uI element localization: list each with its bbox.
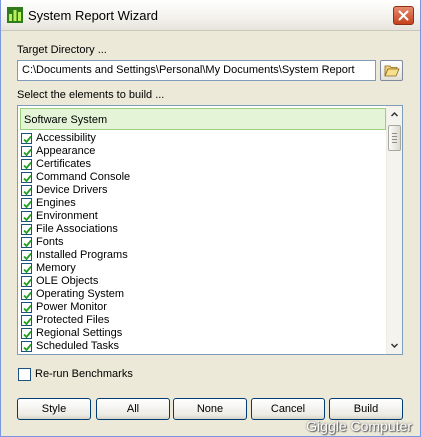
checkmark-icon — [23, 252, 32, 261]
item-checkbox[interactable] — [21, 198, 32, 209]
item-checkbox[interactable] — [21, 263, 32, 274]
bar-chart-icon — [7, 7, 23, 23]
item-checkbox[interactable] — [21, 211, 32, 222]
item-checkbox[interactable] — [21, 237, 32, 248]
checkmark-icon — [23, 148, 32, 157]
style-button[interactable]: Style — [17, 398, 91, 420]
item-checkbox[interactable] — [21, 159, 32, 170]
item-label: OLE Objects — [36, 275, 99, 287]
item-label: Device Drivers — [36, 184, 108, 196]
item-checkbox[interactable] — [21, 133, 32, 144]
checkmark-icon — [23, 135, 32, 144]
checkmark-icon — [23, 226, 32, 235]
item-checkbox[interactable] — [21, 289, 32, 300]
item-checkbox[interactable] — [21, 250, 32, 261]
checkmark-icon — [23, 200, 32, 209]
rerun-benchmarks-label: Re-run Benchmarks — [35, 368, 133, 380]
cancel-button[interactable]: Cancel — [251, 398, 325, 420]
item-checkbox[interactable] — [21, 172, 32, 183]
list-scrollbar[interactable] — [386, 106, 402, 354]
checkmark-icon — [23, 304, 32, 313]
checkmark-icon — [23, 278, 32, 287]
item-label: Installed Programs — [36, 249, 128, 261]
close-button[interactable] — [393, 6, 414, 25]
checkmark-icon — [23, 239, 32, 248]
checkmark-icon — [23, 343, 32, 352]
item-checkbox[interactable] — [21, 302, 32, 313]
rerun-benchmarks-checkbox[interactable] — [18, 368, 31, 381]
item-label: Accessibility — [36, 132, 96, 144]
checkmark-icon — [23, 213, 32, 222]
item-label: Appearance — [36, 145, 96, 157]
item-label: File Associations — [36, 223, 118, 235]
target-directory-label: Target Directory ... — [17, 44, 107, 56]
checkmark-icon — [23, 317, 32, 326]
watermark-text: Giggle Computer — [306, 418, 412, 434]
item-checkbox[interactable] — [21, 315, 32, 326]
checkmark-icon — [23, 161, 32, 170]
all-button[interactable]: All — [96, 398, 170, 420]
item-checkbox[interactable] — [21, 224, 32, 235]
build-button[interactable]: Build — [329, 398, 403, 420]
target-directory-input[interactable]: C:\Documents and Settings\Personal\My Do… — [17, 60, 376, 81]
item-label: Command Console — [36, 171, 131, 183]
none-button[interactable]: None — [173, 398, 247, 420]
chevron-down-icon — [390, 343, 399, 349]
item-label: Operating System — [36, 288, 125, 300]
item-label: Environment — [36, 210, 98, 222]
item-label: Scheduled Tasks — [36, 340, 119, 352]
scroll-down-button[interactable] — [388, 339, 401, 352]
browse-button[interactable] — [380, 60, 403, 81]
folder-open-icon — [384, 65, 400, 77]
select-elements-label: Select the elements to build ... — [17, 89, 165, 101]
item-checkbox[interactable] — [21, 185, 32, 196]
window-title: System Report Wizard — [28, 8, 159, 23]
checkmark-icon — [23, 174, 32, 183]
item-label: Fonts — [36, 236, 64, 248]
chevron-up-icon — [390, 111, 399, 117]
item-checkbox[interactable] — [21, 341, 32, 352]
item-label: Engines — [36, 197, 76, 209]
title-bar[interactable]: System Report Wizard — [1, 0, 420, 31]
scroll-up-button[interactable] — [388, 108, 401, 121]
item-checkbox[interactable] — [21, 328, 32, 339]
close-icon — [398, 10, 409, 21]
checkmark-icon — [23, 187, 32, 196]
item-checkbox[interactable] — [21, 276, 32, 287]
checkmark-icon — [23, 291, 32, 300]
item-checkbox[interactable] — [21, 146, 32, 157]
elements-list[interactable]: Software System Accessibility Appearance C… — [17, 105, 403, 355]
checkmark-icon — [23, 265, 32, 274]
item-label: Protected Files — [36, 314, 110, 326]
item-label: Certificates — [36, 158, 92, 170]
item-label: Regional Settings — [36, 327, 123, 339]
list-group-header[interactable]: Software System — [20, 108, 386, 130]
checkmark-icon — [23, 330, 32, 339]
item-label: Power Monitor — [36, 301, 107, 313]
scroll-thumb[interactable] — [388, 125, 401, 151]
item-label: Memory — [36, 262, 76, 274]
wizard-window: System Report Wizard Target Directory ..… — [0, 0, 421, 437]
